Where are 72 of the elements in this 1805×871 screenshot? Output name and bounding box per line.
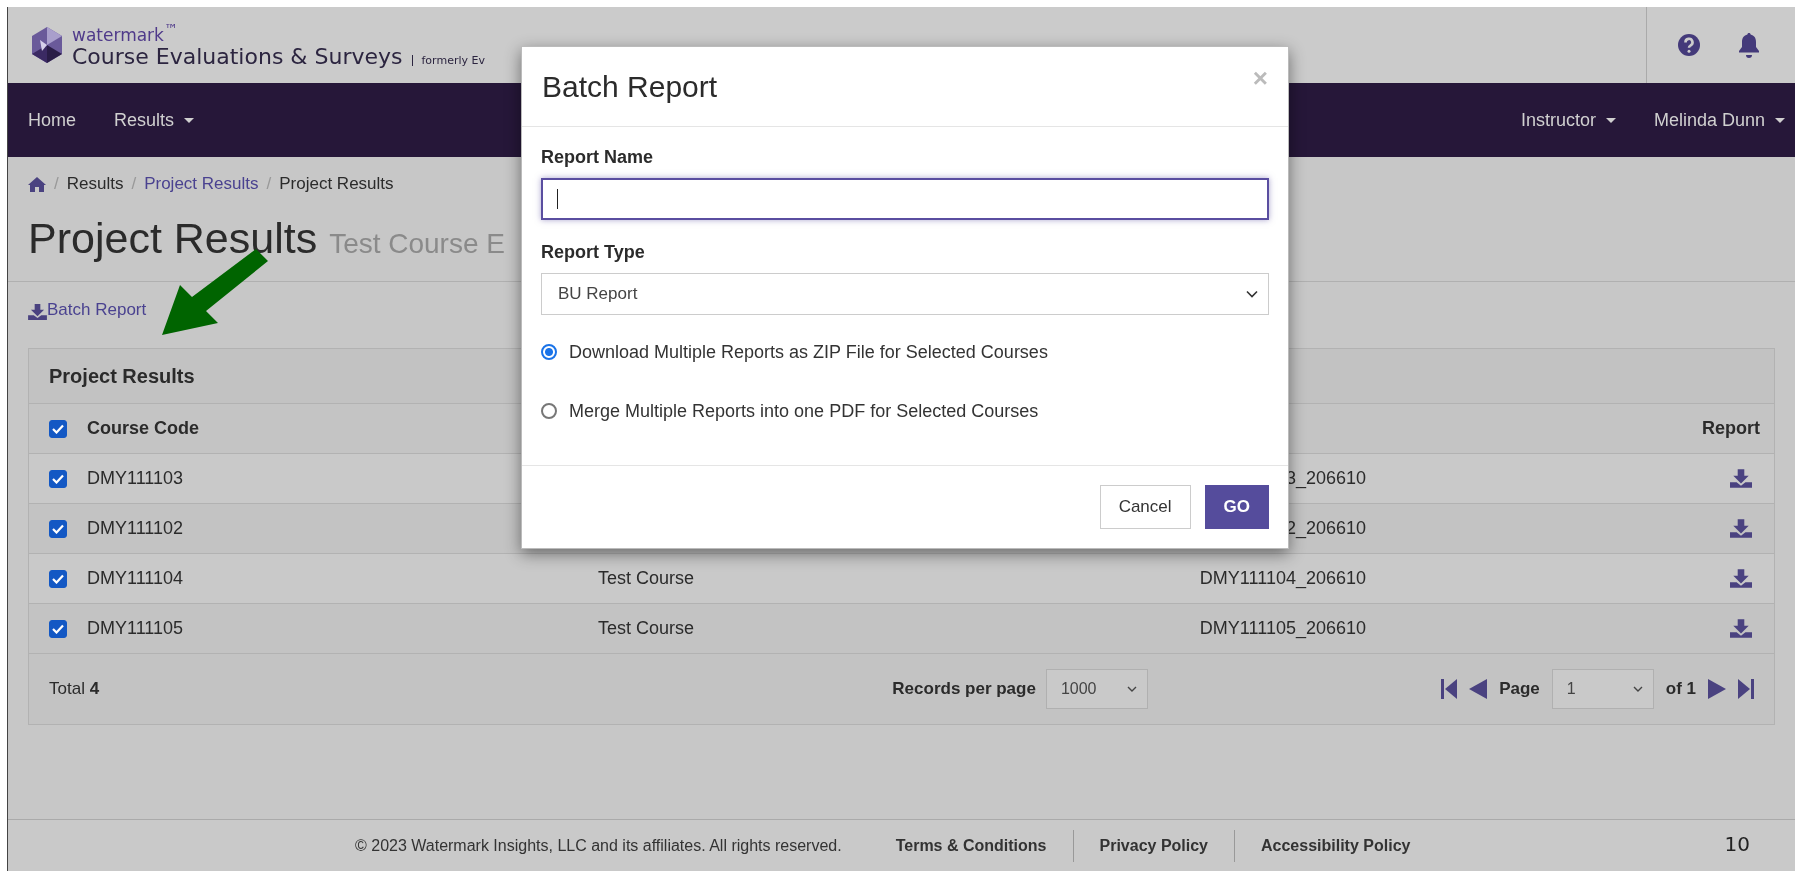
table-cell-text: DMY111104	[87, 568, 185, 589]
table-cell: Test Course	[598, 568, 695, 588]
footer-link[interactable]: Privacy Policy	[1099, 836, 1208, 855]
records-select[interactable]: 1000	[1045, 669, 1148, 709]
dialog-title: Batch Report	[542, 69, 718, 104]
chevron-icon	[1246, 290, 1258, 298]
footer-link[interactable]: Terms & Conditions	[895, 836, 1047, 855]
tagline: formerly Ev	[412, 54, 485, 66]
nav-item[interactable]: Melinda Dunn	[1653, 109, 1785, 131]
page-subtitle: Test Course E	[329, 228, 505, 259]
cancel-button[interactable]: Cancel	[1099, 485, 1191, 529]
page-label: Page	[1499, 679, 1540, 699]
home-icon[interactable]	[28, 176, 46, 192]
download-icon[interactable]	[1730, 469, 1752, 488]
download-icon[interactable]	[1730, 569, 1752, 588]
last-page-icon[interactable]	[1738, 679, 1754, 699]
nav-item[interactable]: Results	[114, 109, 195, 131]
first-page-icon[interactable]	[1441, 679, 1458, 699]
checkbox[interactable]	[49, 469, 67, 488]
go-button[interactable]: GO	[1204, 485, 1269, 529]
radio-button[interactable]	[541, 403, 557, 419]
bell-icon[interactable]	[1737, 32, 1761, 58]
help-icon[interactable]	[1677, 33, 1701, 57]
column-header: Course Code	[87, 418, 201, 439]
table-cell-text: DMY111105	[87, 618, 185, 639]
checkbox[interactable]	[49, 619, 67, 638]
option-label[interactable]: Download Multiple Reports as ZIP File for Selected Courses	[569, 341, 1048, 363]
page-title: Project Results	[28, 214, 318, 262]
table-cell: 3_206610	[1285, 468, 1366, 488]
checkbox[interactable]	[49, 569, 67, 588]
table-cell: DMY111104_206610	[1199, 568, 1366, 588]
copyright-text: © 2023 Watermark Insights, LLC and its affiliates. All rights reserved.	[355, 836, 842, 855]
nav-item[interactable]: Instructor	[1520, 109, 1616, 131]
breadcrumb-separator: /	[266, 174, 272, 194]
breadcrumb-item: Results	[66, 174, 124, 194]
slide-number: 10	[1724, 832, 1750, 856]
table-cell-text: DMY111103	[87, 468, 185, 489]
table-cell: 2_206610	[1285, 518, 1366, 538]
option-label[interactable]: Merge Multiple Reports into one PDF for Selected Courses	[569, 400, 1039, 422]
table-cell: Test Course	[598, 618, 695, 638]
breadcrumb-separator: /	[54, 174, 59, 194]
chevron-icon	[1126, 686, 1137, 692]
field-label: Report Name	[541, 147, 654, 168]
breadcrumb-link[interactable]: Project Results	[144, 174, 259, 194]
download-icon	[28, 304, 47, 320]
radio-button[interactable]	[541, 344, 557, 360]
panel-title: Project Results	[49, 364, 195, 388]
records-label: Records per page	[892, 679, 1036, 699]
column-header: Report	[1702, 418, 1760, 439]
page-count: of 1	[1665, 679, 1696, 699]
brand-name: watermark$^{™}$	[72, 22, 180, 44]
logo-icon	[30, 27, 64, 63]
table-cell-text: DMY111102	[87, 518, 185, 539]
product-name: Course Evaluations & Surveys	[72, 45, 403, 68]
breadcrumb-separator: /	[131, 174, 137, 194]
next-page-icon[interactable]	[1708, 679, 1726, 699]
field-label: Report Type	[541, 242, 645, 263]
footer-link[interactable]: Accessibility Policy	[1261, 836, 1411, 855]
checkbox[interactable]	[49, 419, 67, 438]
report-type-select[interactable]: BU Report	[541, 273, 1269, 315]
breadcrumb-item: Project Results	[279, 174, 394, 194]
batch-report-link[interactable]: Batch Report	[28, 300, 147, 320]
checkbox[interactable]	[49, 519, 67, 538]
total-count: Total 4	[49, 679, 100, 699]
download-icon[interactable]	[1730, 519, 1752, 538]
page-select[interactable]: 1	[1551, 669, 1654, 709]
table-cell: DMY111105_206610	[1199, 618, 1366, 638]
nav-item[interactable]: Home	[28, 109, 76, 131]
previous-page-icon[interactable]	[1469, 679, 1488, 699]
chevron-icon	[1632, 686, 1643, 692]
report-name-field[interactable]	[541, 178, 1269, 220]
download-icon[interactable]	[1730, 619, 1752, 638]
